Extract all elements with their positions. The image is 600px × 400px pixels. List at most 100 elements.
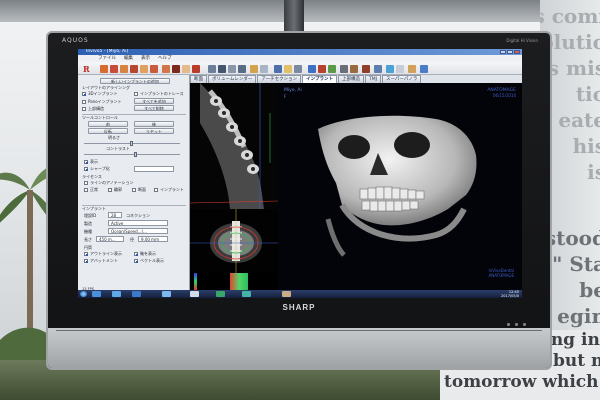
option-implant-radio[interactable]: [154, 188, 158, 192]
tool-icon[interactable]: [192, 65, 200, 73]
menu-edit[interactable]: 編集: [124, 55, 133, 62]
taskbar-app-icon[interactable]: [282, 291, 291, 297]
tab-implant[interactable]: インプラント: [302, 75, 337, 83]
indicator-light-icon: [523, 323, 526, 326]
implant-trace-checkbox[interactable]: [134, 92, 138, 96]
indicator-light-icon: [515, 323, 518, 326]
poster-text-line: tio: [575, 82, 600, 106]
delete-all-button[interactable]: すべて削除: [134, 105, 174, 111]
volume-render-viewport[interactable]: Miyo, Ai F ANATOMAGE 06/15/2010 InVivoDe…: [278, 83, 522, 290]
tool-icon[interactable]: [150, 65, 158, 73]
taskbar-app-icon[interactable]: [216, 291, 225, 297]
add-implant-button[interactable]: 新しいインプラントの追加: [100, 78, 170, 84]
tool-icon[interactable]: [362, 65, 370, 73]
control-panel: 新しいインプラントの追加 レイアウトのアラインング 3Dインプラント インプラン…: [78, 75, 190, 290]
software-vendor: ANATOMAGE: [488, 273, 515, 278]
contrast-slider[interactable]: [84, 154, 180, 155]
tool-icon[interactable]: [162, 65, 170, 73]
maximize-button[interactable]: [507, 50, 513, 54]
minimize-button[interactable]: [500, 50, 506, 54]
axis-checkbox[interactable]: [134, 252, 138, 256]
tab-super-pano[interactable]: スーパーパノラ: [381, 75, 422, 83]
add-all-button[interactable]: すべてを追加: [134, 98, 174, 104]
abutment-checkbox[interactable]: [84, 259, 88, 263]
tool-icon[interactable]: [308, 65, 316, 73]
taskbar-app-icon[interactable]: [242, 291, 251, 297]
option-section-radio[interactable]: [132, 188, 136, 192]
taskbar-app-icon[interactable]: [132, 291, 141, 297]
back-button[interactable]: 後: [134, 121, 174, 127]
tool-icon[interactable]: [396, 65, 404, 73]
maker-select[interactable]: Active: [108, 220, 168, 226]
tool-icon[interactable]: [250, 65, 258, 73]
tool-icon[interactable]: [340, 65, 348, 73]
length-select[interactable]: 450 m...: [96, 236, 124, 242]
tool-icon[interactable]: [130, 65, 138, 73]
tab-section[interactable]: 断面: [190, 75, 207, 83]
tab-superstructure[interactable]: 上部構造: [337, 75, 364, 83]
close-button[interactable]: [514, 50, 520, 54]
tool-icon[interactable]: [218, 65, 226, 73]
tool-icon[interactable]: [284, 65, 292, 73]
implant-id-select[interactable]: 28: [108, 212, 122, 218]
taskbar-app-icon[interactable]: [190, 291, 199, 297]
tool-icon[interactable]: [260, 65, 268, 73]
show-checkbox[interactable]: [84, 160, 88, 164]
axial-ct-image: [190, 209, 278, 273]
tool-icon[interactable]: [110, 65, 118, 73]
annotation-checkbox[interactable]: [84, 181, 88, 185]
sharpen-select[interactable]: [134, 166, 174, 172]
option-outline-radio[interactable]: [108, 188, 112, 192]
vector-checkbox[interactable]: [134, 259, 138, 263]
tool-icon[interactable]: [182, 65, 190, 73]
tool-icon[interactable]: [238, 65, 246, 73]
3d-implant-checkbox[interactable]: [82, 92, 86, 96]
tab-arch-section[interactable]: アーチセクション: [257, 75, 302, 83]
tab-volume-render[interactable]: ボリュームレンダー: [208, 75, 257, 83]
density-viewport[interactable]: [190, 273, 278, 290]
tool-icon[interactable]: [350, 65, 358, 73]
tool-icon[interactable]: [100, 65, 108, 73]
menu-file[interactable]: ファイル: [98, 55, 116, 62]
poster-text-line: is: [587, 160, 600, 184]
outline-checkbox[interactable]: [84, 252, 88, 256]
pano-implant-checkbox[interactable]: [82, 100, 86, 104]
layout-label: レイアウトのアラインング: [82, 85, 130, 90]
tool-icon[interactable]: [420, 65, 428, 73]
reset-button[interactable]: リセット: [134, 128, 174, 134]
tool-icon[interactable]: [408, 65, 416, 73]
brightness-thumb[interactable]: [130, 141, 133, 146]
tool-icon[interactable]: [140, 65, 148, 73]
tool-icon[interactable]: [172, 65, 180, 73]
axial-viewport[interactable]: [190, 209, 278, 273]
tool-icon[interactable]: [274, 65, 282, 73]
model-select[interactable]: Ocean/Speed...(...: [108, 228, 168, 234]
tool-icon[interactable]: [318, 65, 326, 73]
start-button[interactable]: [80, 291, 87, 297]
taskbar-app-icon[interactable]: [112, 291, 121, 297]
tool-icon[interactable]: [386, 65, 394, 73]
tool-icon[interactable]: [328, 65, 336, 73]
diameter-select[interactable]: 9.00 mm: [138, 236, 168, 242]
invert-button[interactable]: 反転: [88, 128, 128, 134]
tool-icon[interactable]: [228, 65, 236, 73]
sagittal-viewport[interactable]: [190, 83, 278, 209]
sharpen-checkbox[interactable]: [84, 167, 88, 171]
taskbar-app-icon[interactable]: [162, 291, 171, 297]
taskbar-app-icon[interactable]: [92, 291, 101, 297]
tool-icon[interactable]: [120, 65, 128, 73]
front-button[interactable]: 前: [88, 121, 128, 127]
contrast-thumb[interactable]: [134, 152, 137, 157]
tool-icon[interactable]: [374, 65, 382, 73]
tab-tmj[interactable]: TMJ: [364, 75, 381, 83]
menu-view[interactable]: 表示: [141, 55, 150, 62]
superstructure-checkbox[interactable]: [82, 107, 86, 111]
menu-help[interactable]: ヘルプ: [158, 55, 172, 62]
length-label: 長さ: [84, 237, 92, 242]
scan-date: 06/15/2010: [492, 93, 516, 98]
software-label: InVivoDental ANATOMAGE: [489, 268, 515, 278]
taskbar-clock: 12:45 2017/05/0: [501, 290, 519, 298]
tool-icon[interactable]: [294, 65, 302, 73]
tool-icon[interactable]: [208, 65, 216, 73]
option-normal-radio[interactable]: [84, 188, 88, 192]
